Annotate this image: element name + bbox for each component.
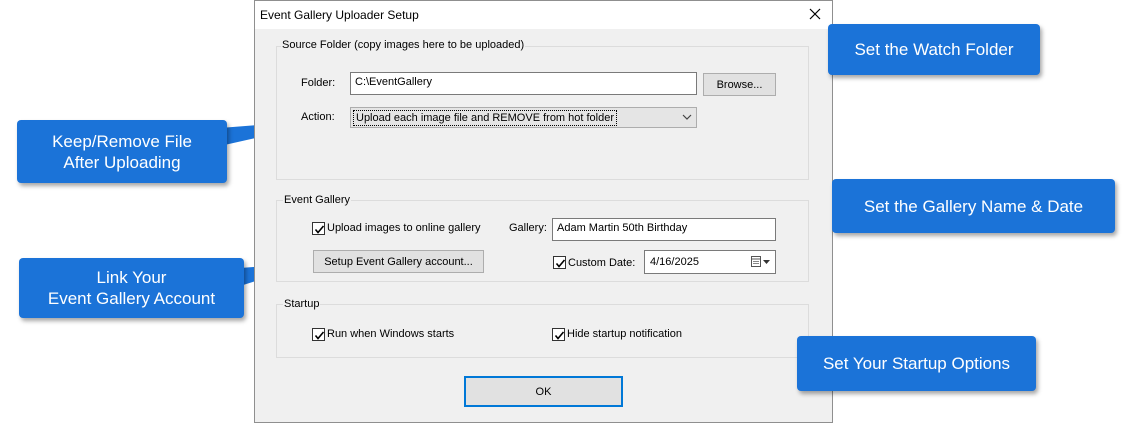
checkmark-icon xyxy=(555,259,566,268)
close-button[interactable] xyxy=(804,3,826,25)
folder-label: Folder: xyxy=(301,77,336,89)
hide-notification-label: Hide startup notification xyxy=(567,328,682,340)
callout-startup: Set Your Startup Options xyxy=(797,336,1036,391)
callout-link-account: Link Your Event Gallery Account xyxy=(19,258,244,318)
folder-input[interactable]: C:\EventGallery xyxy=(350,72,697,95)
run-at-startup-checkbox[interactable] xyxy=(312,328,325,341)
custom-date-checkbox[interactable] xyxy=(553,256,566,269)
close-icon xyxy=(809,8,821,20)
upload-checkbox-label: Upload images to online gallery xyxy=(327,222,481,234)
gallery-label: Gallery: xyxy=(509,222,547,234)
checkmark-icon xyxy=(314,225,325,234)
action-select-value: Upload each image file and REMOVE from h… xyxy=(353,110,618,126)
source-folder-group-label: Source Folder (copy images here to be up… xyxy=(281,39,526,51)
checkmark-icon xyxy=(314,331,325,340)
run-at-startup-label: Run when Windows starts xyxy=(327,328,455,340)
calendar-icon[interactable] xyxy=(751,256,771,268)
callout-watch-folder: Set the Watch Folder xyxy=(828,24,1040,75)
browse-button[interactable]: Browse... xyxy=(703,73,776,96)
dialog-title: Event Gallery Uploader Setup xyxy=(260,8,419,22)
date-value: 4/16/2025 xyxy=(650,256,699,268)
callout-keep-remove: Keep/Remove File After Uploading xyxy=(17,120,227,183)
custom-date-label: Custom Date: xyxy=(568,257,636,269)
action-label: Action: xyxy=(301,111,335,123)
setup-dialog: Event Gallery Uploader Setup Source Fold… xyxy=(254,0,833,423)
title-bar: Event Gallery Uploader Setup xyxy=(255,1,832,29)
gallery-name-input[interactable]: Adam Martin 50th Birthday xyxy=(552,218,776,241)
action-select[interactable]: Upload each image file and REMOVE from h… xyxy=(350,107,697,128)
date-picker[interactable]: 4/16/2025 xyxy=(644,250,776,274)
ok-button[interactable]: OK xyxy=(464,376,623,407)
chevron-down-icon xyxy=(682,114,692,120)
startup-group-label: Startup xyxy=(283,298,321,310)
callout-gallery-name: Set the Gallery Name & Date xyxy=(832,179,1115,233)
upload-checkbox[interactable] xyxy=(312,222,325,235)
event-gallery-group-label: Event Gallery xyxy=(283,194,352,206)
setup-account-button[interactable]: Setup Event Gallery account... xyxy=(313,250,484,273)
hide-notification-checkbox[interactable] xyxy=(552,328,565,341)
checkmark-icon xyxy=(554,331,565,340)
